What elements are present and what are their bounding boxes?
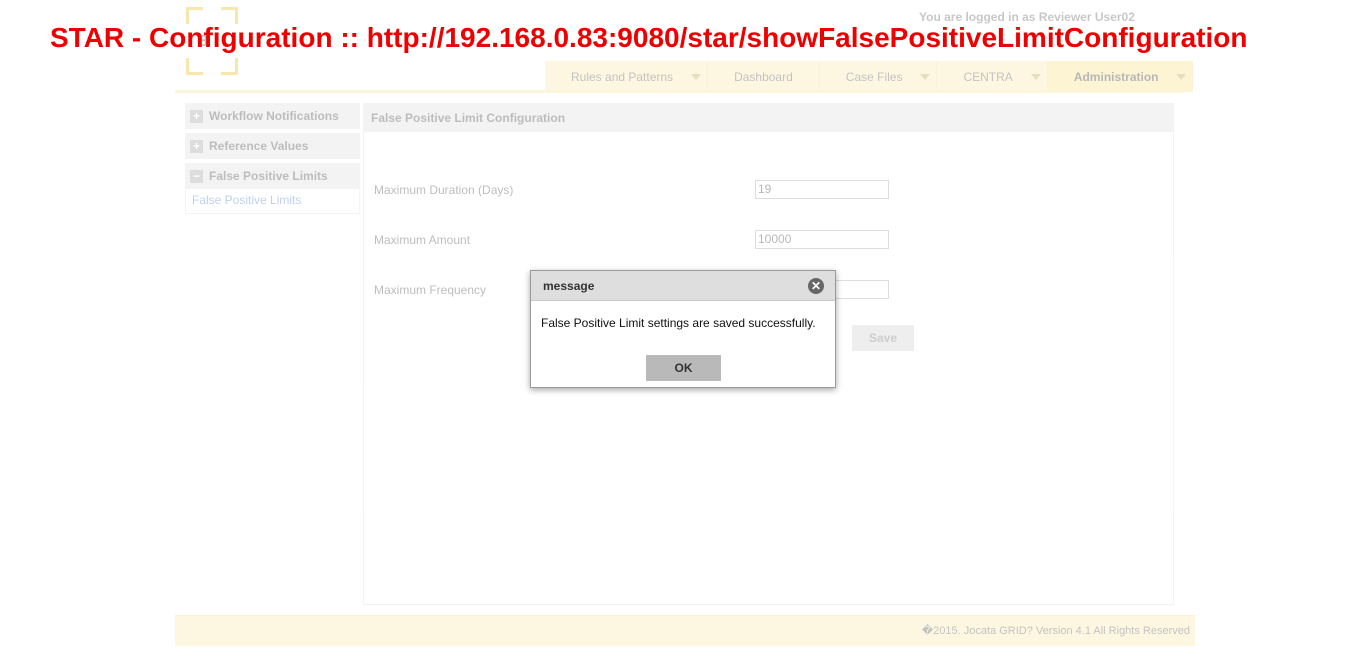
dialog-header: message ✕	[531, 271, 835, 301]
nav-label: CENTRA	[963, 69, 1013, 84]
sidebar-section-reference-values[interactable]: + Reference Values	[185, 133, 360, 159]
plus-icon[interactable]: +	[190, 109, 203, 123]
sidebar-section-workflow-notifications[interactable]: + Workflow Notifications	[185, 103, 360, 129]
main-nav: Rules and Patterns Dashboard Case Files …	[545, 61, 1194, 92]
logo-corner	[186, 58, 203, 75]
logo-corner	[221, 58, 238, 75]
chevron-down-icon[interactable]	[691, 73, 702, 80]
nav-label: Case Files	[845, 69, 903, 84]
nav-rules-and-patterns[interactable]: Rules and Patterns	[545, 61, 709, 92]
max-duration-input[interactable]: 19	[755, 180, 889, 199]
chevron-down-icon[interactable]	[1030, 73, 1041, 80]
chevron-down-icon[interactable]	[920, 73, 931, 80]
max-frequency-label: Maximum Frequency	[374, 283, 487, 297]
sidebar-section-label: Reference Values	[209, 139, 309, 153]
nav-dashboard[interactable]: Dashboard	[708, 61, 820, 92]
nav-label: Administration	[1073, 69, 1159, 84]
dialog-message: False Positive Limit settings are saved …	[541, 316, 816, 330]
sidebar-section-label: False Positive Limits	[209, 169, 328, 183]
nav-label: Rules and Patterns	[571, 69, 674, 84]
nav-centra[interactable]: CENTRA	[937, 61, 1048, 92]
plus-icon[interactable]: +	[190, 139, 203, 153]
save-button[interactable]: Save	[852, 325, 914, 351]
nav-administration[interactable]: Administration	[1047, 61, 1194, 92]
header-divider	[175, 90, 1185, 93]
ok-button[interactable]: OK	[646, 355, 721, 381]
nav-case-files[interactable]: Case Files	[820, 61, 938, 92]
max-amount-label: Maximum Amount	[374, 233, 471, 247]
footer: �2015. Jocata GRID? Version 4.1 All Righ…	[175, 615, 1195, 646]
minus-icon[interactable]: −	[190, 169, 203, 183]
sidebar-section-false-positive-limits[interactable]: − False Positive Limits	[185, 163, 360, 189]
chevron-down-icon[interactable]	[1176, 73, 1187, 80]
sidebar-section-label: Workflow Notifications	[209, 109, 339, 123]
panel-title: False Positive Limit Configuration	[364, 104, 1173, 132]
window-title: STAR - Configuration :: http://192.168.0…	[50, 22, 1248, 53]
close-icon[interactable]: ✕	[808, 277, 824, 294]
footer-copyright: �2015. Jocata GRID? Version 4.1 All Righ…	[921, 625, 1190, 637]
max-amount-input[interactable]: 10000	[755, 230, 889, 249]
sidebar: + Workflow Notifications + Reference Val…	[185, 103, 360, 214]
max-duration-label: Maximum Duration (Days)	[374, 183, 514, 197]
sidebar-link-false-positive-limits[interactable]: False Positive Limits	[185, 189, 360, 214]
dialog-title: message	[543, 278, 595, 293]
message-dialog: message ✕ False Positive Limit settings …	[530, 270, 836, 388]
nav-label: Dashboard	[734, 69, 793, 84]
